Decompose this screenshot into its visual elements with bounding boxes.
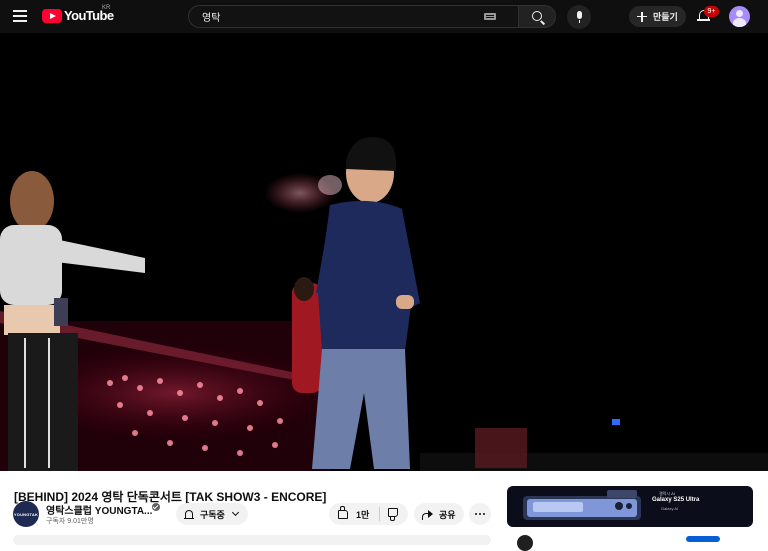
ad-tagline: Galaxy AI	[661, 506, 679, 511]
notification-badge: 9+	[704, 6, 719, 17]
description-box[interactable]	[13, 535, 491, 545]
create-button[interactable]: 만들기	[629, 6, 686, 27]
video-player[interactable]	[0, 33, 768, 471]
subscribed-button[interactable]: 구독중	[176, 503, 248, 525]
youtube-play-icon	[42, 8, 62, 23]
channel-avatar[interactable]: YOUNGTAK	[13, 501, 39, 527]
voice-search-button[interactable]	[567, 5, 591, 29]
ad-banner[interactable]: 갤럭시 AI Galaxy S25 Ultra Galaxy AI	[507, 486, 753, 527]
dislike-button[interactable]	[380, 503, 408, 525]
search-icon	[532, 11, 542, 21]
country-code: KR	[102, 5, 111, 11]
bell-icon	[184, 510, 194, 520]
search-box[interactable]	[188, 5, 518, 28]
thumb-up-icon	[338, 505, 348, 519]
chevron-down-icon	[231, 508, 239, 516]
subscriber-count: 구독자 9.01만명	[46, 518, 94, 525]
menu-icon[interactable]	[13, 10, 27, 22]
share-label: 공유	[439, 509, 456, 520]
share-icon	[422, 509, 433, 520]
search-button[interactable]	[518, 5, 556, 28]
like-button[interactable]: 1만	[329, 503, 379, 525]
ad-cta-button[interactable]	[686, 536, 720, 542]
ad-phone-image	[523, 490, 641, 520]
thumb-down-icon	[388, 508, 398, 521]
search-input[interactable]	[200, 10, 470, 23]
share-button[interactable]: 공유	[414, 503, 464, 525]
ad-product: Galaxy S25 Ultra	[652, 497, 700, 503]
plus-icon	[637, 11, 647, 22]
subscribed-label: 구독중	[200, 509, 225, 520]
channel-name[interactable]: 영탁스클럽 YOUNGTA...	[46, 502, 152, 517]
more-horizontal-icon	[479, 513, 481, 515]
keyboard-icon[interactable]	[484, 13, 496, 20]
like-dislike-group: 1만	[329, 503, 408, 525]
ad-advertiser-avatar[interactable]	[517, 535, 533, 551]
account-avatar[interactable]	[729, 6, 750, 27]
masthead: YouTube KR 만들기 9+	[0, 0, 768, 33]
create-label: 만들기	[653, 12, 678, 22]
channel-avatar-logo: YOUNGTAK	[13, 511, 39, 517]
microphone-icon	[577, 11, 582, 23]
like-count: 1만	[356, 509, 370, 520]
verified-icon	[152, 503, 160, 511]
video-frame	[0, 33, 768, 471]
more-actions-button[interactable]	[469, 503, 491, 525]
